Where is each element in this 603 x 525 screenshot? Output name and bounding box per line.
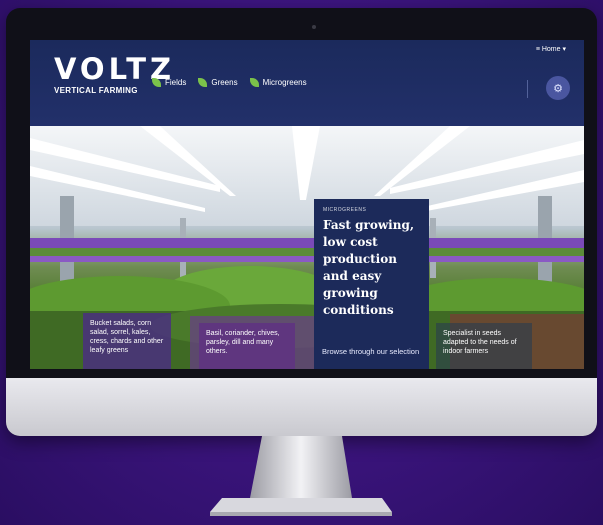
site-header: VOLTZ VERTICAL FARMING Fields Greens Mic… xyxy=(30,40,584,126)
monitor-chin xyxy=(6,378,597,436)
salads-card[interactable]: Bucket salads, corn salad, sorrel, kales… xyxy=(83,313,171,369)
leaf-icon xyxy=(198,78,208,87)
settings-button[interactable]: ⚙ xyxy=(546,76,570,100)
featured-microgreens-panel: MICROGREENS Fast growing, low cost produ… xyxy=(314,199,429,369)
featured-category: MICROGREENS xyxy=(323,207,367,213)
logo-tagline: VERTICAL FARMING xyxy=(54,86,138,95)
gear-icon: ⚙ xyxy=(553,82,563,95)
herbs-card[interactable]: Basil, coriander, chives, parsley, dill … xyxy=(199,323,295,369)
nav-item-greens[interactable]: Greens xyxy=(198,78,238,87)
browse-selection-link[interactable]: Browse through our selection xyxy=(314,343,429,361)
voltz-logo[interactable]: VOLTZ VERTICAL FARMING xyxy=(54,54,175,95)
nav-item-fields[interactable]: Fields xyxy=(152,78,186,87)
nav-item-microgreens[interactable]: Microgreens xyxy=(249,78,307,87)
leaf-icon xyxy=(249,78,259,87)
header-divider xyxy=(527,80,528,98)
nav-item-label: Fields xyxy=(165,78,187,87)
featured-title: Fast growing, low cost production and ea… xyxy=(323,218,415,317)
webcam-dot xyxy=(312,25,316,29)
nav-item-label: Microgreens xyxy=(262,78,307,87)
home-menu-button[interactable]: ≡ Home ▾ xyxy=(530,43,572,55)
nav-item-label: Greens xyxy=(211,78,238,87)
leaf-icon xyxy=(152,78,161,87)
main-nav: Fields Greens Microgreens xyxy=(152,78,307,87)
computer-monitor: VOLTZ VERTICAL FARMING Fields Greens Mic… xyxy=(6,8,597,436)
seeds-card[interactable]: Specialist in seeds adapted to the needs… xyxy=(436,323,532,369)
website-screen: VOLTZ VERTICAL FARMING Fields Greens Mic… xyxy=(30,40,584,369)
